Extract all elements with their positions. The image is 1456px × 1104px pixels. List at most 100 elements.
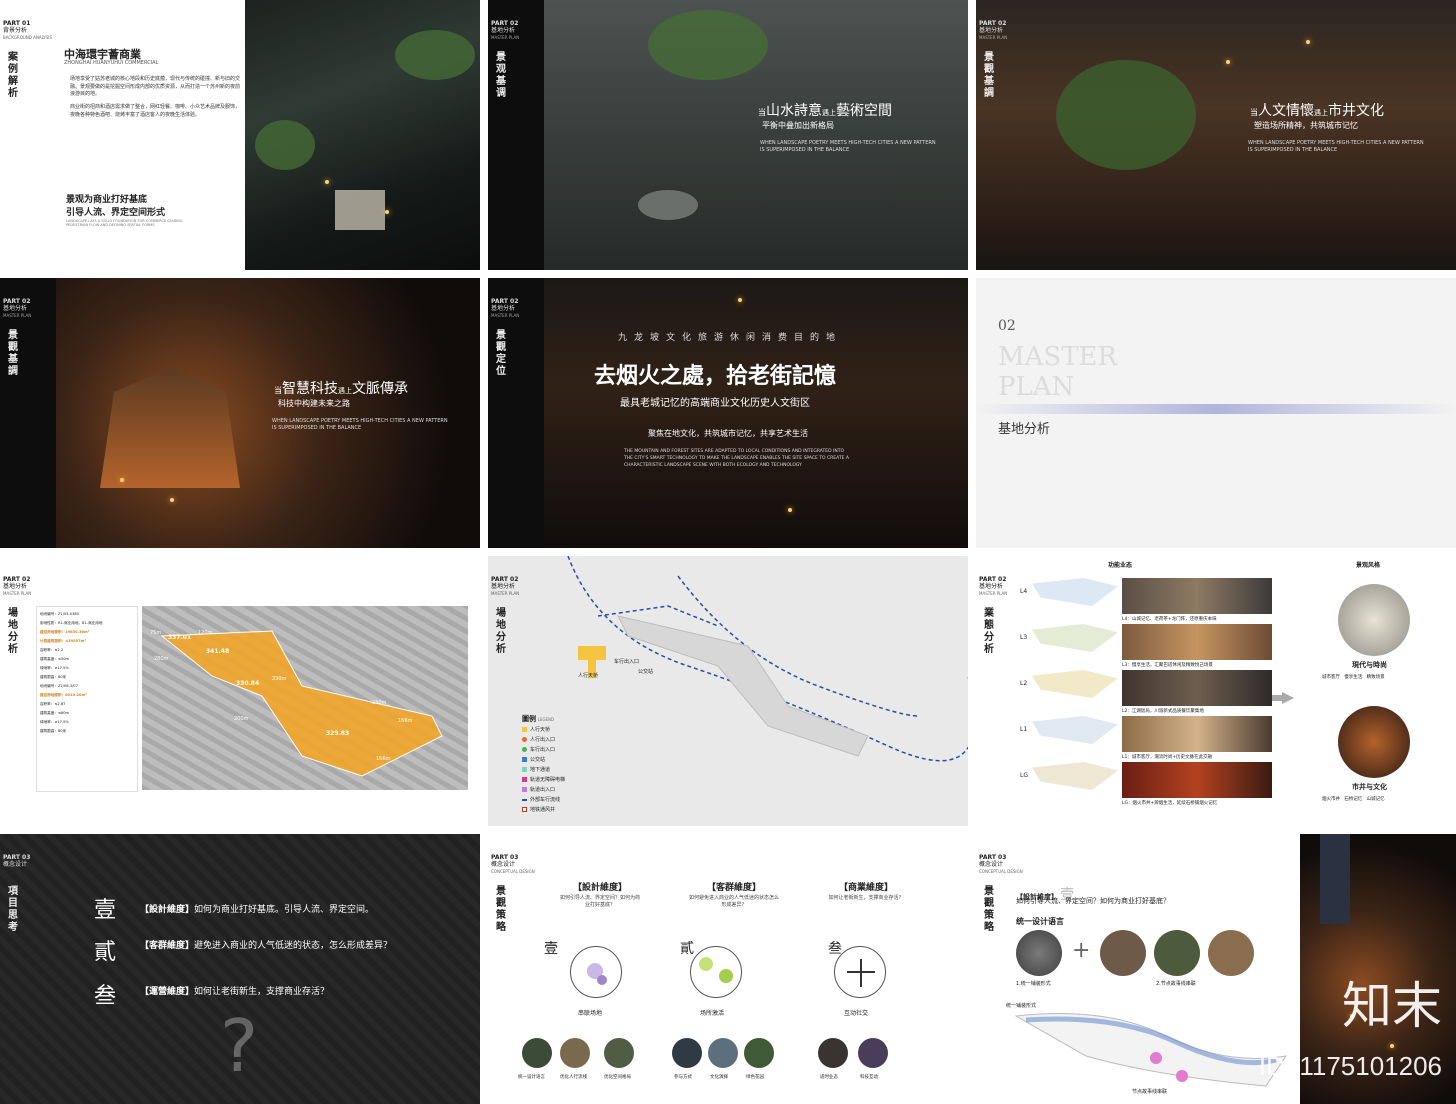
site-plan-drawing [1014, 1013, 1288, 1087]
slide-strategy: PART 03 概念设计 CONCEPTUAL DESIGN 景觀策略 【設計維… [488, 834, 968, 1104]
dim-label: 166m [376, 756, 391, 762]
dim-label: 230m [272, 676, 287, 682]
vertical-title: 場地分析 [8, 608, 18, 655]
overlay [544, 278, 968, 548]
strategy-column: 【客群維度】 如何避免进入商业的人气低迷的状态怎么形成差异？ [688, 883, 779, 908]
lamp [1306, 40, 1310, 44]
tree-shape [1056, 60, 1196, 170]
positioning-title: 去烟火之處，拾老街記憶 [594, 363, 837, 389]
arrow-shaft [1272, 695, 1282, 701]
hero-line: 当山水詩意遇上藝術空間 [758, 103, 892, 119]
thumb-photo [672, 1038, 702, 1068]
lamp [738, 298, 742, 302]
map-label: 人行天桥 [578, 673, 599, 679]
vertical-title: 景觀策略 [984, 886, 994, 933]
thumb-photo [560, 1038, 590, 1068]
style-modern-tags: 城市客厅 慢享生活 精致场景 [1322, 675, 1385, 680]
vertical-title: 業態分析 [984, 608, 994, 655]
question-mark: ? [220, 1004, 259, 1088]
hero-en: WHEN LANDSCAPE POETRY MEETS HIGH-TECH CI… [760, 140, 936, 153]
strategy-diagram [690, 946, 742, 998]
strategy-numeral: 叁 [828, 941, 842, 957]
floor-photos [1122, 578, 1272, 614]
watermark-brand: 知末 [1342, 977, 1442, 1035]
metro-entry-icon [522, 787, 527, 792]
note-paving: 统一铺装形式 [1006, 1003, 1037, 1009]
detail-question: 如何引导人流、界定空间？如何为商业打好基底？ [1016, 897, 1170, 905]
vehicle-route-icon [522, 798, 527, 801]
part-tag: PART 02 基地分析 MASTER PLAN [3, 576, 32, 596]
style-photo-modern [1338, 584, 1410, 656]
thumb-photo [604, 1038, 634, 1068]
part-tag: PART 01 背景分析 BACKGROUND ANALYSIS [3, 20, 52, 40]
courtyard-photo [245, 0, 480, 270]
dim-label: 280m [154, 656, 169, 662]
slide-site-analysis: PART 02 基地分析 MASTER PLAN 場地分析 地块编号：Z1/05… [0, 556, 480, 826]
vehicle-entry-icon [522, 747, 527, 752]
case-title-en: ZHONGHAI HUANYUHUI COMMERCIAL [64, 60, 159, 66]
lamp [385, 210, 389, 214]
fountain-shape [638, 190, 698, 220]
lamp [1226, 60, 1230, 64]
hero-en: WHEN LANDSCAPE POETRY MEETS HIGH-TECH CI… [1248, 140, 1424, 153]
note-node: 节点故事线串联 [1132, 1089, 1168, 1095]
part-tag: PART 02 基地分析 MASTER PLAN [491, 20, 520, 40]
ink-stroke [976, 404, 1456, 414]
vertical-title: 景觀基調 [984, 52, 994, 99]
bullet-1: 场地享受了姑苏老城的核心地段和历史底蕴，现代与传统的碰撞、新与旧的交融。景观要做… [70, 76, 241, 97]
style-culture-tags: 烟火市井 石桥记忆 山城记忆 [1322, 797, 1385, 802]
temple-roof-shape [100, 368, 240, 488]
section-cn: 基地分析 [998, 422, 1051, 437]
slogan-en: LANDSCAPE LAYS A SOLID FOUNDATION FOR CO… [66, 219, 183, 227]
slogan-1: 景观为商业打好基底 [66, 195, 148, 205]
positioning-en: THE MOUNTAIN AND FOREST SITES ARE ADAPTE… [624, 449, 849, 468]
question-1: 【設計維度】如何为商业打好基底。引导人流、界定空间。 [140, 905, 375, 915]
hero-line: 当智慧科技遇上文脈傳承 [274, 381, 408, 397]
floor-photos [1122, 670, 1272, 706]
slogan-2: 引导人流、界定空间形式 [66, 208, 166, 218]
slide-project-thinking: PART 03 概念设计 項目思考 壹 貳 叁 【設計維度】如何为商业打好基底。… [0, 834, 480, 1104]
strategy-diagram [570, 946, 622, 998]
section-en-2: PLAN [998, 372, 1075, 402]
hero-line: 当人文情懷遇上市井文化 [1250, 103, 1384, 119]
thumb-photo [818, 1038, 848, 1068]
numeral-1: 壹 [94, 898, 117, 923]
map-label: 车行出入口 [614, 659, 640, 665]
hero-sub: 科技中构建未来之路 [278, 399, 350, 408]
node-photo [1154, 930, 1200, 976]
section-number: 02 [998, 318, 1016, 334]
section-en-1: MASTER [998, 342, 1118, 372]
lamp [120, 478, 124, 482]
slide-business-analysis: PART 02 基地分析 MASTER PLAN 業態分析 功能业态 景观风格 … [976, 556, 1456, 826]
elevation-label: 337.01 [168, 634, 192, 641]
legend: 圖例 LEGEND 人行天桥 人行出入口 车行出入口 公交站 地下通道 轨道无障… [522, 715, 566, 813]
strategy-caption: 互动社交 [844, 1010, 869, 1017]
bus-stop-icon [522, 757, 527, 762]
positioning-sub: 最具老城记忆的高端商业文化历史人文街区 [620, 398, 810, 409]
pavilion-shape [335, 190, 385, 230]
site-aerial: 75m 120m 280m 230m 200m 230m 166m 166m 3… [142, 606, 468, 790]
lamp [170, 498, 174, 502]
strategy-caption: 串联场地 [578, 1010, 603, 1017]
lamp [788, 508, 792, 512]
plus-icon: + [1072, 938, 1091, 963]
elevation-label: 341.48 [206, 648, 230, 655]
floor-photos [1122, 624, 1272, 660]
floor-plan [1032, 578, 1118, 606]
question-3: 【運營維度】如何让老街新生，支撑商业存活？ [140, 987, 330, 997]
vertical-title: 景观基调 [496, 52, 506, 99]
node-photo [1100, 930, 1146, 976]
elevation-label: 330.84 [236, 680, 260, 687]
style-modern: 現代与時尚 [1352, 660, 1387, 669]
vertical-title: 案例解析 [8, 52, 18, 99]
dim-label: 230m [372, 700, 387, 706]
pedestrian-entry-icon [522, 737, 527, 742]
slide-landscape-tone-1: PART 02 基地分析 MASTER PLAN 景观基调 当山水詩意遇上藝術空… [488, 0, 968, 270]
vertical-title: 項目思考 [8, 886, 18, 933]
strategy-caption: 场所激活 [700, 1010, 725, 1017]
dim-label: 166m [398, 718, 413, 724]
positioning-top: 九龙坡文化旅游休闲消费目的地 [618, 333, 843, 343]
tree-shape [395, 30, 475, 80]
map-label: 公交站 [638, 669, 654, 675]
arrow-icon [1282, 692, 1294, 704]
